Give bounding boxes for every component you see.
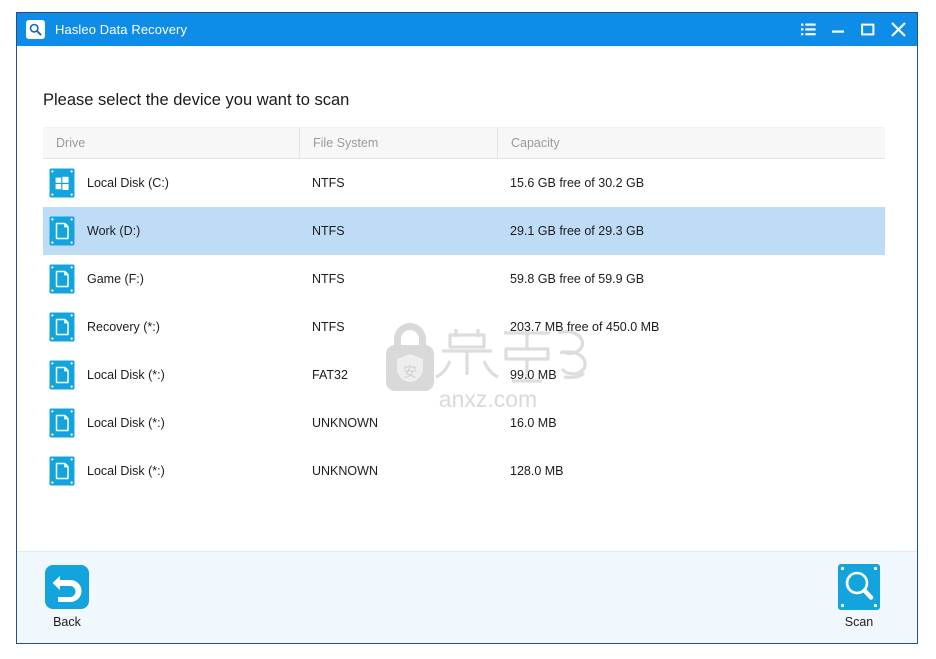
back-arrow-icon bbox=[44, 564, 90, 610]
document-drive-icon bbox=[49, 312, 75, 342]
table-row[interactable]: Game (F:) NTFS 59.8 GB free of 59.9 GB bbox=[43, 255, 885, 303]
document-drive-icon bbox=[49, 360, 75, 390]
cell-file-system: UNKNOWN bbox=[312, 464, 378, 478]
drive-label: Game (F:) bbox=[87, 272, 144, 286]
drive-label: Recovery (*:) bbox=[87, 320, 160, 334]
cell-drive: Local Disk (*:) bbox=[43, 351, 299, 399]
column-header-file-system[interactable]: File System bbox=[299, 128, 497, 158]
page-title: Please select the device you want to sca… bbox=[43, 91, 350, 109]
document-drive-icon bbox=[49, 216, 75, 246]
drive-label: Local Disk (*:) bbox=[87, 416, 165, 430]
cell-file-system: UNKNOWN bbox=[312, 416, 378, 430]
cell-drive: Game (F:) bbox=[43, 255, 299, 303]
cell-drive: Local Disk (C:) bbox=[43, 159, 299, 207]
minimize-icon[interactable] bbox=[823, 15, 853, 45]
cell-capacity: 16.0 MB bbox=[510, 416, 557, 430]
drive-label: Local Disk (C:) bbox=[87, 176, 169, 190]
cell-capacity: 59.8 GB free of 59.9 GB bbox=[510, 272, 645, 286]
back-button[interactable]: Back bbox=[31, 564, 103, 629]
title-bar: Hasleo Data Recovery bbox=[17, 13, 917, 46]
cell-capacity: 128.0 MB bbox=[510, 464, 564, 478]
drive-table: Drive File System Capacity Local Disk (C… bbox=[43, 127, 885, 495]
cell-capacity: 203.7 MB free of 450.0 MB bbox=[510, 320, 660, 334]
document-drive-icon bbox=[49, 264, 75, 294]
table-row[interactable]: Recovery (*:) NTFS 203.7 MB free of 450.0 … bbox=[43, 303, 885, 351]
cell-file-system: NTFS bbox=[312, 320, 345, 334]
cell-drive: Recovery (*:) bbox=[43, 303, 299, 351]
table-row[interactable]: Local Disk (*:) FAT32 99.0 MB bbox=[43, 351, 885, 399]
windows-drive-icon bbox=[49, 168, 75, 198]
window-title: Hasleo Data Recovery bbox=[55, 22, 188, 37]
drive-label: Local Disk (*:) bbox=[87, 464, 165, 478]
table-row[interactable]: Local Disk (C:) NTFS 15.6 GB free of 30.2 … bbox=[43, 159, 885, 207]
maximize-icon[interactable] bbox=[853, 15, 883, 45]
cell-drive: Local Disk (*:) bbox=[43, 447, 299, 495]
scan-button-label: Scan bbox=[844, 615, 874, 629]
app-window: Hasleo Data Recovery Please select the d… bbox=[16, 12, 918, 644]
magnifier-icon bbox=[26, 20, 45, 39]
close-icon[interactable] bbox=[883, 15, 913, 45]
column-header-drive[interactable]: Drive bbox=[43, 128, 299, 158]
list-menu-icon[interactable] bbox=[793, 15, 823, 45]
main-content: Please select the device you want to sca… bbox=[17, 46, 917, 551]
cell-drive: Local Disk (*:) bbox=[43, 399, 299, 447]
cell-file-system: NTFS bbox=[312, 176, 345, 190]
column-header-capacity[interactable]: Capacity bbox=[497, 128, 885, 158]
cell-capacity: 15.6 GB free of 30.2 GB bbox=[510, 176, 645, 190]
table-row[interactable]: Work (D:) NTFS 29.1 GB free of 29.3 GB bbox=[43, 207, 885, 255]
window-controls bbox=[793, 15, 913, 45]
footer-bar: Back Scan bbox=[17, 551, 917, 643]
cell-capacity: 99.0 MB bbox=[510, 368, 557, 382]
cell-drive: Work (D:) bbox=[43, 207, 299, 255]
document-drive-icon bbox=[49, 408, 75, 438]
scan-magnifier-icon bbox=[836, 564, 882, 610]
table-header-row: Drive File System Capacity bbox=[43, 127, 885, 159]
table-body: Local Disk (C:) NTFS 15.6 GB free of 30.2 … bbox=[43, 159, 885, 495]
drive-label: Local Disk (*:) bbox=[87, 368, 165, 382]
cell-file-system: NTFS bbox=[312, 272, 345, 286]
back-button-label: Back bbox=[53, 615, 81, 629]
cell-capacity: 29.1 GB free of 29.3 GB bbox=[510, 224, 645, 238]
cell-file-system: NTFS bbox=[312, 224, 345, 238]
document-drive-icon bbox=[49, 456, 75, 486]
table-row[interactable]: Local Disk (*:) UNKNOWN 128.0 MB bbox=[43, 447, 885, 495]
cell-file-system: FAT32 bbox=[312, 368, 348, 382]
table-row[interactable]: Local Disk (*:) UNKNOWN 16.0 MB bbox=[43, 399, 885, 447]
drive-label: Work (D:) bbox=[87, 224, 141, 238]
scan-button[interactable]: Scan bbox=[823, 564, 895, 629]
